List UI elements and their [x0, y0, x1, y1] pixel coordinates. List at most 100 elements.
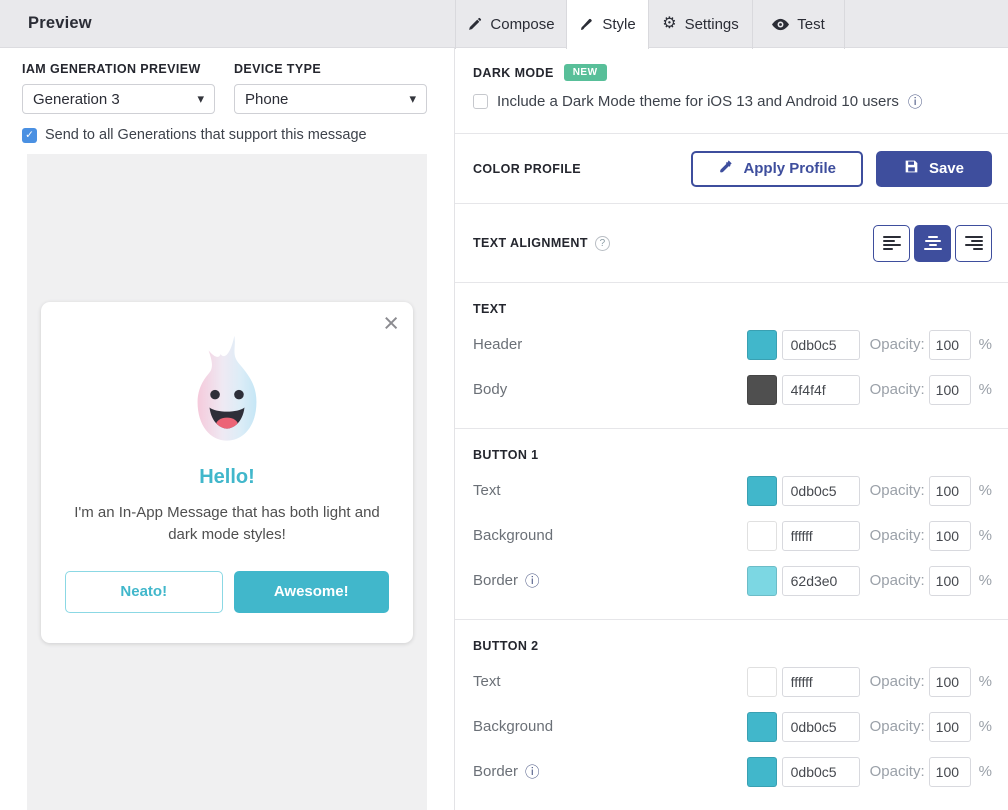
percent-sign: % [979, 336, 992, 353]
eyedropper-icon [718, 159, 733, 178]
hex-input[interactable] [782, 476, 860, 506]
opacity-label: Opacity: [870, 381, 925, 398]
opacity-input[interactable] [929, 712, 971, 742]
top-bar: Preview Compose Style ⚙ Settings Test [0, 0, 1008, 48]
row-label: Border [473, 572, 518, 589]
align-right-button[interactable] [955, 225, 992, 262]
check-icon: ✓ [25, 129, 34, 141]
preview-panel: IAM GENERATION PREVIEW DEVICE TYPE Gener… [0, 48, 455, 810]
tab-settings[interactable]: ⚙ Settings [648, 0, 752, 49]
align-left-button[interactable] [873, 225, 910, 262]
opacity-input[interactable] [929, 375, 971, 405]
header-color-row: Header Opacity: % [455, 322, 1008, 367]
dark-mode-section: DARK MODE NEW Include a Dark Mode theme … [455, 48, 1008, 134]
eye-icon [772, 18, 789, 31]
color-swatch[interactable] [747, 476, 777, 506]
hex-input[interactable] [782, 521, 860, 551]
info-icon[interactable]: ⓘ [908, 91, 923, 112]
opacity-input[interactable] [929, 476, 971, 506]
button1-background-row: Background Opacity: % [455, 513, 1008, 558]
message-button-2[interactable]: Awesome! [234, 571, 390, 613]
color-swatch[interactable] [747, 757, 777, 787]
tab-label: Test [797, 16, 825, 33]
hex-input[interactable] [782, 667, 860, 697]
chevron-down-icon: ▾ [409, 91, 416, 107]
send-all-generations-checkbox[interactable]: ✓ [22, 128, 37, 143]
new-badge: NEW [564, 64, 607, 81]
text-section-title: TEXT [455, 283, 1008, 322]
text-color-section: TEXT Header Opacity: % Body Opacity: % [455, 283, 1008, 429]
hex-input[interactable] [782, 712, 860, 742]
color-swatch[interactable] [747, 667, 777, 697]
generation-preview-label: IAM GENERATION PREVIEW [22, 62, 215, 76]
color-swatch[interactable] [747, 566, 777, 596]
opacity-input[interactable] [929, 330, 971, 360]
send-all-generations-label: Send to all Generations that support thi… [45, 127, 367, 143]
button2-color-section: BUTTON 2 Text Opacity: % Background Opac… [455, 620, 1008, 810]
percent-sign: % [979, 673, 992, 690]
button1-text-row: Text Opacity: % [455, 468, 1008, 513]
tab-bar: Compose Style ⚙ Settings Test [455, 0, 845, 49]
row-label: Header [473, 336, 522, 353]
button2-background-row: Background Opacity: % [455, 704, 1008, 749]
button2-border-row: Border ⓘ Opacity: % [455, 749, 1008, 794]
hex-input[interactable] [782, 757, 860, 787]
percent-sign: % [979, 763, 992, 780]
tab-style[interactable]: Style [566, 0, 648, 49]
device-type-select-value: Phone [245, 91, 288, 108]
opacity-label: Opacity: [870, 718, 925, 735]
chevron-down-icon: ▾ [197, 91, 204, 107]
save-button[interactable]: Save [876, 151, 992, 187]
opacity-label: Opacity: [870, 336, 925, 353]
info-icon[interactable]: ⓘ [525, 570, 540, 591]
device-type-select[interactable]: Phone ▾ [234, 84, 427, 114]
percent-sign: % [979, 572, 992, 589]
color-swatch[interactable] [747, 712, 777, 742]
message-preview-area: × [27, 154, 427, 810]
generation-select[interactable]: Generation 3 ▾ [22, 84, 215, 114]
color-swatch[interactable] [747, 375, 777, 405]
row-label: Border [473, 763, 518, 780]
iam-editor-window: Preview Compose Style ⚙ Settings Test [0, 0, 1008, 810]
color-swatch[interactable] [747, 521, 777, 551]
dark-mode-checkbox[interactable] [473, 94, 488, 109]
button2-text-row: Text Opacity: % [455, 659, 1008, 704]
opacity-input[interactable] [929, 521, 971, 551]
apply-profile-button[interactable]: Apply Profile [691, 151, 863, 187]
hex-input[interactable] [782, 375, 860, 405]
help-icon[interactable]: ? [595, 236, 610, 251]
opacity-label: Opacity: [870, 527, 925, 544]
color-profile-title: COLOR PROFILE [473, 162, 691, 176]
row-label: Background [473, 718, 553, 735]
apply-profile-label: Apply Profile [743, 160, 836, 177]
dark-mode-title: DARK MODE [473, 66, 554, 80]
percent-sign: % [979, 381, 992, 398]
percent-sign: % [979, 482, 992, 499]
hex-input[interactable] [782, 566, 860, 596]
tab-label: Compose [490, 16, 554, 33]
info-icon[interactable]: ⓘ [525, 761, 540, 782]
text-alignment-section: TEXT ALIGNMENT ? [455, 204, 1008, 283]
body-color-row: Body Opacity: % [455, 367, 1008, 412]
button1-color-section: BUTTON 1 Text Opacity: % Background Opac… [455, 429, 1008, 620]
color-profile-section: COLOR PROFILE Apply Profile Save [455, 134, 1008, 204]
tab-test[interactable]: Test [752, 0, 845, 49]
button2-section-title: BUTTON 2 [455, 620, 1008, 659]
flame-mascot-image [181, 330, 273, 450]
message-header-text: Hello! [65, 466, 389, 489]
hex-input[interactable] [782, 330, 860, 360]
opacity-input[interactable] [929, 667, 971, 697]
color-swatch[interactable] [747, 330, 777, 360]
close-icon[interactable]: × [383, 310, 399, 337]
message-body-text: I'm an In-App Message that has both ligh… [65, 502, 389, 546]
pencil-icon [467, 17, 482, 32]
text-alignment-title: TEXT ALIGNMENT [473, 236, 588, 250]
tab-compose[interactable]: Compose [455, 0, 566, 49]
opacity-label: Opacity: [870, 763, 925, 780]
opacity-label: Opacity: [870, 482, 925, 499]
style-settings-panel: DARK MODE NEW Include a Dark Mode theme … [455, 48, 1008, 810]
opacity-input[interactable] [929, 757, 971, 787]
opacity-input[interactable] [929, 566, 971, 596]
message-button-1[interactable]: Neato! [65, 571, 223, 613]
align-center-button[interactable] [914, 225, 951, 262]
